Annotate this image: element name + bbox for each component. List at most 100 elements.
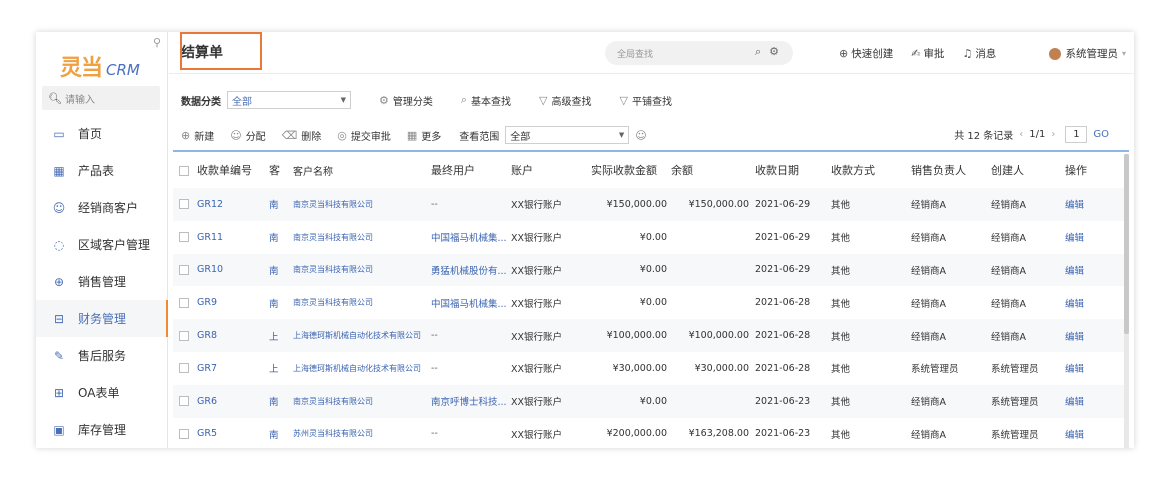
go-button[interactable]: GO [1093,129,1109,140]
scrollbar-thumb[interactable] [1124,154,1129,334]
cell-cust-short[interactable]: 南 [269,221,293,254]
row-checkbox[interactable] [179,199,189,210]
new-button[interactable]: ⊕ 新建 [181,128,214,143]
cell-end-user[interactable]: 南京呼博士科技... [431,384,511,418]
col-header-account[interactable]: 账户 [511,152,591,188]
assign-button[interactable]: ☺ 分配 [230,128,265,143]
cell-cust-short[interactable]: 南 [269,188,293,221]
sidebar-item-regional[interactable]: ◌ 区域客户管理 [36,226,168,263]
quick-create-button[interactable]: ⊕ 快速创建 [839,46,893,61]
cell-customer[interactable]: 上海德珂斯机械自动化技术有限公司 [293,319,431,352]
cell-customer[interactable]: 上海德珂斯机械自动化技术有限公司 [293,352,431,385]
col-header-customer[interactable]: 客户名称 [293,152,431,188]
col-header-balance[interactable]: 余额 [671,152,753,188]
cell-end-user[interactable]: 中国福马机械集... [431,286,511,319]
submit-approval-button[interactable]: ◎ 提交审批 [337,128,391,143]
table-row[interactable]: GR12 南南京灵当科技有限公司 -- XX银行账户 ¥150,000.00 ¥150,0… [173,188,1129,221]
edit-link[interactable]: 编辑 [1065,418,1129,448]
cell-customer[interactable]: 南京灵当科技有限公司 [293,384,431,418]
edit-link[interactable]: 编辑 [1065,384,1129,418]
delete-button[interactable]: ⌫ 删除 [282,128,322,143]
cell-customer[interactable]: 南京灵当科技有限公司 [293,253,431,287]
row-number[interactable]: GR7 [197,363,217,374]
page-input[interactable]: 1 [1065,126,1088,143]
cell-customer[interactable]: 南京灵当科技有限公司 [293,188,431,221]
sidebar-item-home[interactable]: ▭ 首页 [36,115,168,152]
cell-cust-short[interactable]: 南 [269,418,293,448]
scrollbar[interactable] [1124,154,1129,448]
sidebar-item-finance[interactable]: ⊟ 财务管理 [36,300,168,337]
tile-search-button[interactable]: ▽ 平铺查找 [620,93,672,108]
gear-icon[interactable]: ⚙ [769,45,779,59]
table-row[interactable]: GR5 南苏州灵当科技有限公司 -- XX银行账户 ¥200,000.00 ¥163,20… [173,418,1129,448]
col-header-end-user[interactable]: 最终用户 [431,152,511,188]
global-search-input[interactable]: 全局查找 ⌕ ⚙ [605,41,793,65]
edit-link[interactable]: 编辑 [1065,286,1129,319]
row-checkbox[interactable] [179,232,189,243]
cell-no[interactable]: GR7 [173,352,269,385]
cell-end-user[interactable]: 中国福马机械集... [431,221,511,254]
cell-customer[interactable]: 南京灵当科技有限公司 [293,221,431,254]
edit-link[interactable]: 编辑 [1065,352,1129,385]
row-number[interactable]: GR12 [197,199,223,210]
row-checkbox[interactable] [179,428,189,439]
table-row[interactable]: GR10 南南京灵当科技有限公司 勇猛机械股份有... XX银行账户 ¥0.00 2021… [173,253,1129,287]
col-header-amount[interactable]: 实际收款金额 [591,152,671,188]
sidebar-search-input[interactable]: 🔍︎ 请输入 [42,86,160,110]
category-select[interactable]: 全部 ▼ [227,91,351,109]
row-number[interactable]: GR6 [197,396,217,407]
sidebar-item-inventory[interactable]: ▣ 库存管理 [36,411,168,448]
cell-no[interactable]: GR9 [173,286,269,319]
edit-link[interactable]: 编辑 [1065,188,1129,221]
cell-cust-short[interactable]: 南 [269,286,293,319]
col-header-cust-short[interactable]: 客 [269,152,293,188]
sidebar-item-dealers[interactable]: ☺ 经销商客户 [36,189,168,226]
table-row[interactable]: GR8 上上海德珂斯机械自动化技术有限公司 -- XX银行账户 ¥100,000.00 ¥… [173,319,1129,352]
sidebar-item-oa[interactable]: ⊞ OA表单 [36,374,168,411]
cell-cust-short[interactable]: 上 [269,319,293,352]
cell-customer[interactable]: 苏州灵当科技有限公司 [293,418,431,448]
row-checkbox[interactable] [179,264,189,275]
cell-no[interactable]: GR12 [173,188,269,221]
messages-button[interactable]: ♫ 消息 [962,46,996,61]
sidebar-item-products[interactable]: ▦ 产品表 [36,152,168,189]
row-number[interactable]: GR9 [197,297,217,308]
select-all-checkbox[interactable] [179,166,189,176]
col-header-no[interactable]: 收款单编号 [173,152,269,188]
cell-no[interactable]: GR5 [173,418,269,448]
edit-link[interactable]: 编辑 [1065,221,1129,254]
table-row[interactable]: GR9 南南京灵当科技有限公司 中国福马机械集... XX银行账户 ¥0.00 2021-… [173,286,1129,319]
prev-page-icon[interactable]: ‹ [1019,129,1023,140]
cell-no[interactable]: GR11 [173,221,269,254]
view-scope-select[interactable]: 全部 ▼ [505,126,630,144]
table-row[interactable]: GR11 南南京灵当科技有限公司 中国福马机械集... XX银行账户 ¥0.00 2021… [173,221,1129,254]
approval-button[interactable]: ✍ 审批 [911,46,944,61]
cell-cust-short[interactable]: 南 [269,253,293,287]
col-header-creator[interactable]: 创建人 [991,152,1065,188]
next-page-icon[interactable]: › [1051,129,1055,140]
advanced-search-button[interactable]: ▽ 高级查找 [539,93,591,108]
row-number[interactable]: GR8 [197,330,217,341]
people-icon[interactable]: ☺ [635,129,646,142]
col-header-date[interactable]: 收款日期 [753,152,831,188]
edit-link[interactable]: 编辑 [1065,253,1129,287]
search-icon[interactable]: ⌕ [755,45,761,59]
table-row[interactable]: GR6 南南京灵当科技有限公司 南京呼博士科技... XX银行账户 ¥0.00 2021-… [173,384,1129,418]
col-header-method[interactable]: 收款方式 [831,152,911,188]
row-checkbox[interactable] [179,330,189,341]
row-number[interactable]: GR10 [197,264,223,275]
cell-no[interactable]: GR6 [173,384,269,418]
edit-link[interactable]: 编辑 [1065,319,1129,352]
cell-cust-short[interactable]: 南 [269,384,293,418]
sidebar-item-sales[interactable]: ⊕ 销售管理 [36,263,168,300]
row-number[interactable]: GR11 [197,232,223,243]
pin-icon[interactable]: ⚲ [153,36,161,49]
manage-category-button[interactable]: ⚙ 管理分类 [379,93,433,108]
row-checkbox[interactable] [179,396,189,407]
cell-cust-short[interactable]: 上 [269,352,293,385]
table-row[interactable]: GR7 上上海德珂斯机械自动化技术有限公司 -- XX银行账户 ¥30,000.00 ¥3… [173,352,1129,385]
cell-no[interactable]: GR10 [173,253,269,287]
cell-no[interactable]: GR8 [173,319,269,352]
row-checkbox[interactable] [179,363,189,374]
cell-end-user[interactable]: 勇猛机械股份有... [431,253,511,287]
